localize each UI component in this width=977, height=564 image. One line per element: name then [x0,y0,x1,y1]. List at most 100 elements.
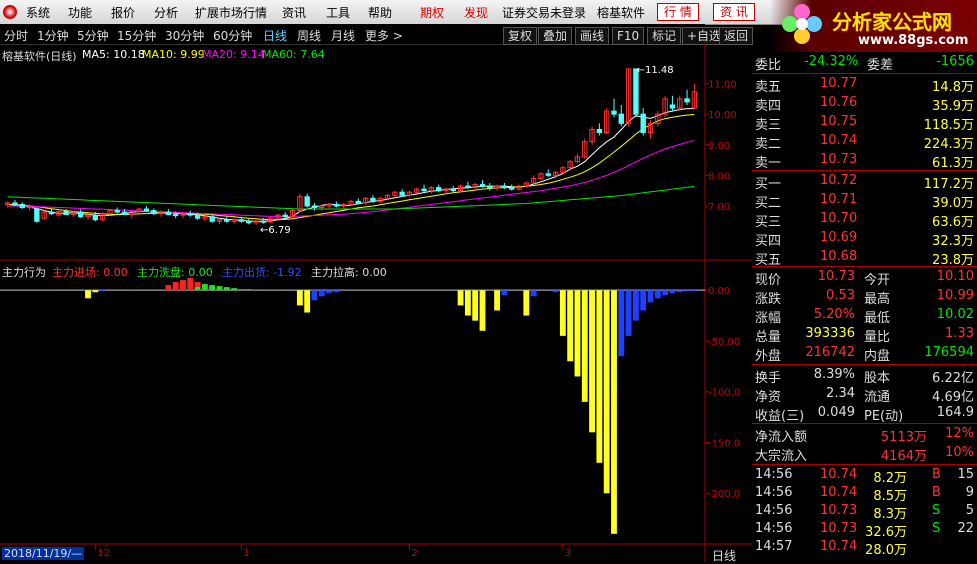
period-5min[interactable]: 5分钟 [77,27,109,44]
exit-bar [684,290,690,292]
candle-body [92,214,99,221]
period-daily[interactable]: 日线 [263,27,287,44]
mark-button[interactable]: 标记 [647,27,682,45]
kline-chart[interactable]: ←11.48←6.79 11.0010.009.008.007.000.00-5… [0,44,752,562]
candle-body [63,210,69,216]
flow-value: 4164万 [880,449,927,464]
login-status[interactable]: 证券交易未登录 [502,4,586,21]
period-60min[interactable]: 60分钟 [213,27,252,44]
stat-label: 换手 [755,371,782,386]
candle-body [34,208,40,222]
bid-label: 买三 [755,215,782,230]
weicha-label: 委差 [867,58,894,73]
back-button[interactable]: 返回 [719,27,754,45]
bid-volume: 63.6万 [932,215,974,230]
exit-bar [654,290,661,299]
tick-price: 10.73 [820,521,858,536]
period-weekly[interactable]: 周线 [297,27,321,44]
outflow-bar [574,290,581,377]
period-15min[interactable]: 15分钟 [117,27,156,44]
stat-value: 216742 [805,345,855,360]
period-intraday[interactable]: 分时 [4,27,28,44]
candle-body [545,173,551,176]
stat-value: 4.69亿 [932,390,974,405]
menu-help[interactable]: 帮助 [368,4,392,21]
stat-label: PE(动) [864,409,904,424]
ask-row: 卖三 10.75 118.5万 [752,113,977,133]
candle-body [465,185,471,189]
menu-tools[interactable]: 工具 [326,4,350,21]
outflow-bar [567,290,574,362]
ask-volume: 14.8万 [932,80,974,95]
tick-row: 14:56 10.73 8.3万 S 5 [752,502,977,522]
app-icon[interactable] [3,5,17,19]
stat-row: 换手 8.39% 股本 6.22亿 [752,366,977,386]
flow-pct: 12% [945,426,974,441]
stat-value: 10.73 [817,269,855,284]
menu-options[interactable]: 期权 [420,4,444,21]
stat-value: 0.049 [817,405,855,420]
menu-discover[interactable]: 发现 [464,4,488,21]
ask-price: 10.73 [820,152,858,167]
period-more[interactable]: 更多 > [365,27,403,44]
ask-label: 卖四 [755,99,782,114]
tick-price: 10.74 [820,539,858,554]
ask-volume: 224.3万 [923,137,974,152]
menu-analysis[interactable]: 分析 [154,4,178,21]
ask-price: 10.75 [820,114,858,129]
ask-price: 10.74 [820,133,858,148]
ask-label: 卖五 [755,80,782,95]
candle-body [611,110,617,115]
stat-label: 净资 [755,390,782,405]
candle-body [596,128,603,134]
stat-value: 176594 [924,345,974,360]
f10-button[interactable]: F10 [612,27,645,45]
stat-label: 现价 [755,273,782,288]
stat-row: 总量 393336 量比 1.33 [752,325,977,345]
enter-bar [187,278,194,291]
panel-separator [752,364,977,365]
candle-body [48,211,55,215]
candle-body [209,216,215,222]
stat-row: 涨跌 0.53 最高 10.99 [752,287,977,307]
wash-bar [231,288,238,291]
bid-row: 买二 10.71 39.0万 [752,191,977,211]
candle-body [78,211,84,218]
market-button[interactable]: 行 情 [657,3,699,21]
stat-label: 收益(三) [755,409,805,424]
tick-price: 10.74 [820,485,858,500]
stat-label: 总量 [755,330,782,345]
menu-info[interactable]: 资讯 [282,4,306,21]
menu-function[interactable]: 功能 [68,4,92,21]
exit-bar [662,290,669,296]
outflow-bar [92,290,99,293]
candle-body [399,191,405,196]
draw-line-button[interactable]: 画线 [575,27,610,45]
exit-bar [530,290,537,297]
ask-row: 卖二 10.74 224.3万 [752,132,977,152]
stat-value: 10.02 [936,307,974,322]
candle-body [114,210,120,213]
period-30min[interactable]: 30分钟 [165,27,204,44]
tick-side: S [932,503,941,518]
outflow-bar [596,290,603,463]
outflow-bar [479,290,486,331]
period-1min[interactable]: 1分钟 [37,27,69,44]
menu-system[interactable]: 系统 [26,4,50,21]
overlay-button[interactable]: 叠加 [538,27,573,45]
ask-row: 卖四 10.76 35.9万 [752,94,977,114]
menu-quote[interactable]: 报价 [111,4,135,21]
tick-row: 14:56 10.74 8.2万 B 15 [752,466,977,486]
candle-body [19,203,25,208]
outflow-bar [457,290,464,306]
stat-value: 0.53 [826,288,855,303]
wash-bar [238,289,245,291]
candle-body [487,185,493,189]
exit-bar [501,290,508,296]
menu-extended-market[interactable]: 扩展市场行情 [195,4,267,21]
news-button[interactable]: 资 讯 [713,3,755,21]
period-monthly[interactable]: 月线 [331,27,355,44]
restore-rights-button[interactable]: 复权 [503,27,538,45]
ask-row: 卖一 10.73 61.3万 [752,151,977,171]
bid-row: 买一 10.72 117.2万 [752,172,977,192]
